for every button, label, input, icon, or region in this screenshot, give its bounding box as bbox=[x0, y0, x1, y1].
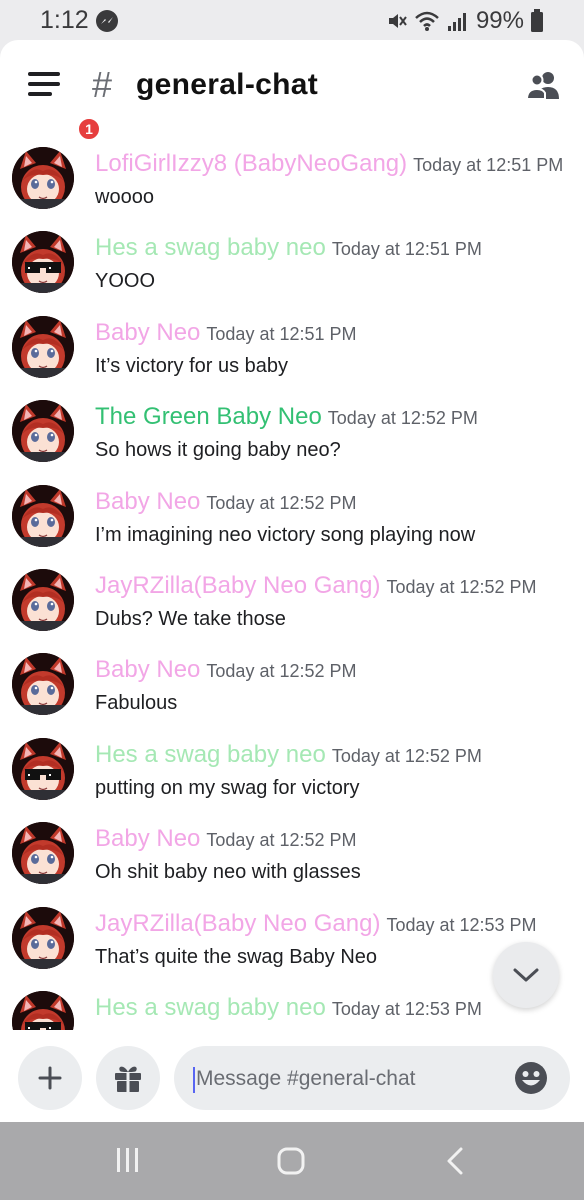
user-avatar[interactable] bbox=[12, 653, 74, 716]
members-icon[interactable] bbox=[525, 70, 562, 105]
message-item[interactable]: Baby Neo Today at 12:52 PM Oh shit baby ne… bbox=[0, 819, 584, 903]
message-item[interactable]: Hes a swag baby neo Today at 12:51 PM YOOO bbox=[0, 228, 584, 312]
user-avatar[interactable] bbox=[12, 569, 74, 631]
message-header: Baby Neo Today at 12:51 PM bbox=[95, 319, 357, 347]
chevron-down-icon bbox=[513, 968, 539, 982]
message-item[interactable]: Baby Neo Today at 12:51 PM It’s victory fo… bbox=[0, 313, 584, 397]
recents-icon[interactable] bbox=[114, 1146, 142, 1179]
message-timestamp: Today at 12:51 PM bbox=[331, 239, 482, 260]
message-header: Baby Neo Today at 12:52 PM bbox=[95, 825, 357, 853]
message-header: JayRZilla(Baby Neo Gang) Today at 12:52 P… bbox=[95, 572, 537, 600]
battery-percent: 99% bbox=[475, 7, 524, 34]
message-item[interactable]: Baby Neo Today at 12:52 PM Fabulous bbox=[0, 650, 584, 734]
message-input[interactable]: Message #general-chat bbox=[174, 1046, 570, 1110]
channel-hash-icon: # bbox=[92, 64, 113, 105]
message-author[interactable]: Baby Neo bbox=[95, 656, 200, 683]
message-item[interactable]: LofiGirlIzzy8 (BabyNeoGang) Today at 12:5… bbox=[0, 144, 584, 228]
message-header: Hes a swag baby neo Today at 12:53 PM bbox=[95, 994, 482, 1022]
message-header: JayRZilla(Baby Neo Gang) Today at 12:53 P… bbox=[95, 910, 537, 938]
message-author[interactable]: Baby Neo bbox=[95, 825, 200, 852]
text-caret bbox=[193, 1067, 195, 1093]
message-content: Fabulous bbox=[95, 692, 178, 715]
message-author[interactable]: The Green Baby Neo bbox=[95, 403, 322, 430]
message-timestamp: Today at 12:51 PM bbox=[413, 155, 564, 175]
channel-header: 1 # general-chat bbox=[0, 40, 584, 142]
notification-badge: 1 bbox=[76, 116, 102, 142]
home-icon[interactable] bbox=[276, 1146, 306, 1181]
message-author[interactable]: LofiGirlIzzy8 (BabyNeoGang) bbox=[95, 150, 407, 177]
message-header: Baby Neo Today at 12:52 PM bbox=[95, 656, 357, 684]
user-avatar[interactable] bbox=[12, 991, 74, 1030]
message-item[interactable]: The Green Baby Neo Today at 12:52 PM So ho… bbox=[0, 397, 584, 481]
channel-title: general-chat bbox=[136, 68, 318, 101]
message-author[interactable]: JayRZilla(Baby Neo Gang) bbox=[95, 572, 380, 599]
message-header: LofiGirlIzzy8 (BabyNeoGang) Today at 12:5… bbox=[95, 150, 563, 178]
signal-icon bbox=[447, 13, 466, 31]
message-content: putting on my swag for victory bbox=[95, 776, 360, 799]
message-timestamp: Today at 12:52 PM bbox=[327, 408, 478, 429]
gift-button[interactable] bbox=[96, 1046, 160, 1110]
user-avatar[interactable] bbox=[12, 822, 74, 885]
message-timestamp: Today at 12:52 PM bbox=[206, 492, 357, 513]
message-header: Hes a swag baby neo Today at 12:52 PM bbox=[95, 741, 482, 769]
message-content: That’s quite the swag Baby Neo bbox=[95, 945, 378, 968]
system-nav-bar bbox=[0, 1122, 584, 1200]
message-author[interactable]: Hes a swag baby neo bbox=[95, 994, 326, 1021]
user-avatar[interactable] bbox=[12, 484, 74, 547]
message-header: Baby Neo Today at 12:52 PM bbox=[95, 488, 357, 516]
hamburger-icon bbox=[28, 72, 60, 76]
user-avatar[interactable] bbox=[12, 315, 74, 378]
user-avatar[interactable] bbox=[12, 906, 74, 969]
battery-icon bbox=[531, 9, 543, 32]
jump-to-present-button[interactable] bbox=[493, 942, 559, 1008]
message-content: Oh shit baby neo with glasses bbox=[95, 861, 361, 884]
message-item[interactable]: Hes a swag baby neo Today at 12:53 PM bbox=[0, 988, 584, 1030]
message-input-placeholder: Message #general-chat bbox=[196, 1067, 416, 1090]
plus-icon bbox=[38, 1066, 62, 1090]
message-author[interactable]: Hes a swag baby neo bbox=[95, 234, 326, 261]
chat-panel: 1 # general-chat LofiGirlIzzy8 (BabyNeoG… bbox=[0, 40, 584, 1122]
message-item[interactable]: JayRZilla(Baby Neo Gang) Today at 12:52 P… bbox=[0, 566, 584, 650]
emoji-icon[interactable] bbox=[514, 1061, 548, 1100]
user-avatar[interactable] bbox=[12, 147, 74, 209]
message-author[interactable]: Hes a swag baby neo bbox=[95, 741, 326, 768]
message-content: Dubs? We take those bbox=[95, 608, 286, 630]
message-content: I’m imagining neo victory song playing n… bbox=[95, 523, 476, 546]
message-header: The Green Baby Neo Today at 12:52 PM bbox=[95, 403, 478, 431]
status-time: 1:12 bbox=[40, 6, 89, 34]
user-avatar[interactable] bbox=[12, 737, 74, 800]
message-item[interactable]: Hes a swag baby neo Today at 12:52 PM putt… bbox=[0, 735, 584, 819]
message-content: woooo bbox=[95, 186, 154, 208]
menu-button[interactable]: 1 bbox=[28, 68, 102, 142]
gift-icon bbox=[115, 1066, 141, 1092]
user-avatar[interactable] bbox=[12, 231, 74, 294]
user-avatar[interactable] bbox=[12, 400, 74, 463]
message-timestamp: Today at 12:53 PM bbox=[331, 999, 482, 1019]
add-attachment-button[interactable] bbox=[18, 1046, 82, 1110]
message-author[interactable]: Baby Neo bbox=[95, 319, 200, 346]
message-composer: Message #general-chat bbox=[0, 1030, 584, 1122]
message-header: Hes a swag baby neo Today at 12:51 PM bbox=[95, 234, 482, 262]
message-content: YOOO bbox=[95, 270, 156, 293]
messenger-notification-icon bbox=[96, 10, 118, 32]
message-author[interactable]: JayRZilla(Baby Neo Gang) bbox=[95, 910, 380, 937]
status-icons: 99% bbox=[386, 7, 544, 35]
message-content: It’s victory for us baby bbox=[95, 354, 289, 377]
back-icon[interactable] bbox=[443, 1146, 467, 1181]
status-bar: 1:12 99% bbox=[0, 0, 584, 40]
wifi-icon bbox=[415, 11, 439, 31]
message-timestamp: Today at 12:52 PM bbox=[206, 661, 357, 682]
message-timestamp: Today at 12:51 PM bbox=[206, 323, 357, 344]
message-timestamp: Today at 12:52 PM bbox=[331, 745, 482, 766]
message-timestamp: Today at 12:52 PM bbox=[206, 830, 357, 851]
message-content: So hows it going baby neo? bbox=[95, 439, 341, 462]
message-author[interactable]: Baby Neo bbox=[95, 488, 200, 515]
mute-icon bbox=[388, 14, 407, 28]
message-timestamp: Today at 12:53 PM bbox=[386, 914, 537, 935]
message-list[interactable]: LofiGirlIzzy8 (BabyNeoGang) Today at 12:5… bbox=[0, 144, 584, 1030]
message-item[interactable]: Baby Neo Today at 12:52 PM I’m imagining n… bbox=[0, 482, 584, 566]
message-timestamp: Today at 12:52 PM bbox=[386, 577, 537, 597]
